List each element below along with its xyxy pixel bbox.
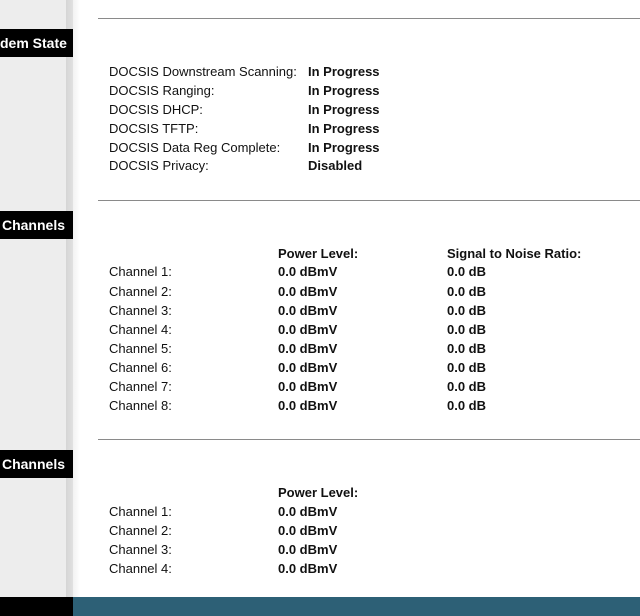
state-value: Disabled [308, 158, 363, 173]
channel-label: Channel 4: [109, 322, 172, 337]
state-label: DOCSIS Privacy: [109, 158, 209, 173]
state-label: DOCSIS Data Reg Complete: [109, 140, 281, 155]
left-sidebar [0, 0, 73, 597]
state-value: In Progress [308, 121, 380, 136]
column-header-power-level: Power Level: [278, 246, 359, 261]
power-value: 0.0 dBmV [278, 379, 338, 394]
state-label: DOCSIS Downstream Scanning: [109, 64, 297, 79]
state-label: DOCSIS Ranging: [109, 83, 215, 98]
state-value: In Progress [308, 140, 380, 155]
power-value: 0.0 dBmV [278, 523, 338, 538]
section-label-downstream-channels: Channels [0, 211, 73, 239]
snr-value: 0.0 dB [447, 322, 487, 337]
channel-label: Channel 3: [109, 542, 172, 557]
channel-label: Channel 1: [109, 264, 172, 279]
channel-label: Channel 6: [109, 360, 172, 375]
channel-label: Channel 4: [109, 561, 172, 576]
column-header-snr: Signal to Noise Ratio: [447, 246, 582, 261]
power-value: 0.0 dBmV [278, 341, 338, 356]
snr-value: 0.0 dB [447, 264, 487, 279]
channel-label: Channel 1: [109, 504, 172, 519]
status-page: dem State Channels Channels DOCSIS Downs… [0, 0, 640, 616]
footer-bar [0, 597, 640, 616]
state-value: In Progress [308, 83, 380, 98]
power-value: 0.0 dBmV [278, 284, 338, 299]
power-value: 0.0 dBmV [278, 542, 338, 557]
power-value: 0.0 dBmV [278, 264, 338, 279]
power-value: 0.0 dBmV [278, 303, 338, 318]
snr-value: 0.0 dB [447, 303, 487, 318]
snr-value: 0.0 dB [447, 379, 487, 394]
sidebar-shadow [66, 0, 80, 597]
channel-label: Channel 7: [109, 379, 172, 394]
divider [98, 18, 640, 19]
state-label: DOCSIS DHCP: [109, 102, 203, 117]
state-value: In Progress [308, 64, 380, 79]
power-value: 0.0 dBmV [278, 398, 338, 413]
column-header-power-level: Power Level: [278, 485, 359, 500]
footer-bar-left [0, 597, 73, 616]
divider [98, 200, 640, 201]
snr-value: 0.0 dB [447, 284, 487, 299]
divider [98, 439, 640, 440]
channel-label: Channel 5: [109, 341, 172, 356]
section-label-modem-state: dem State [0, 29, 73, 57]
snr-value: 0.0 dB [447, 360, 487, 375]
channel-label: Channel 2: [109, 284, 172, 299]
snr-value: 0.0 dB [447, 398, 487, 413]
power-value: 0.0 dBmV [278, 561, 338, 576]
section-label-upstream-channels: Channels [0, 450, 73, 478]
state-label: DOCSIS TFTP: [109, 121, 199, 136]
channel-label: Channel 2: [109, 523, 172, 538]
power-value: 0.0 dBmV [278, 360, 338, 375]
state-value: In Progress [308, 102, 380, 117]
power-value: 0.0 dBmV [278, 322, 338, 337]
snr-value: 0.0 dB [447, 341, 487, 356]
channel-label: Channel 3: [109, 303, 172, 318]
channel-label: Channel 8: [109, 398, 172, 413]
power-value: 0.0 dBmV [278, 504, 338, 519]
